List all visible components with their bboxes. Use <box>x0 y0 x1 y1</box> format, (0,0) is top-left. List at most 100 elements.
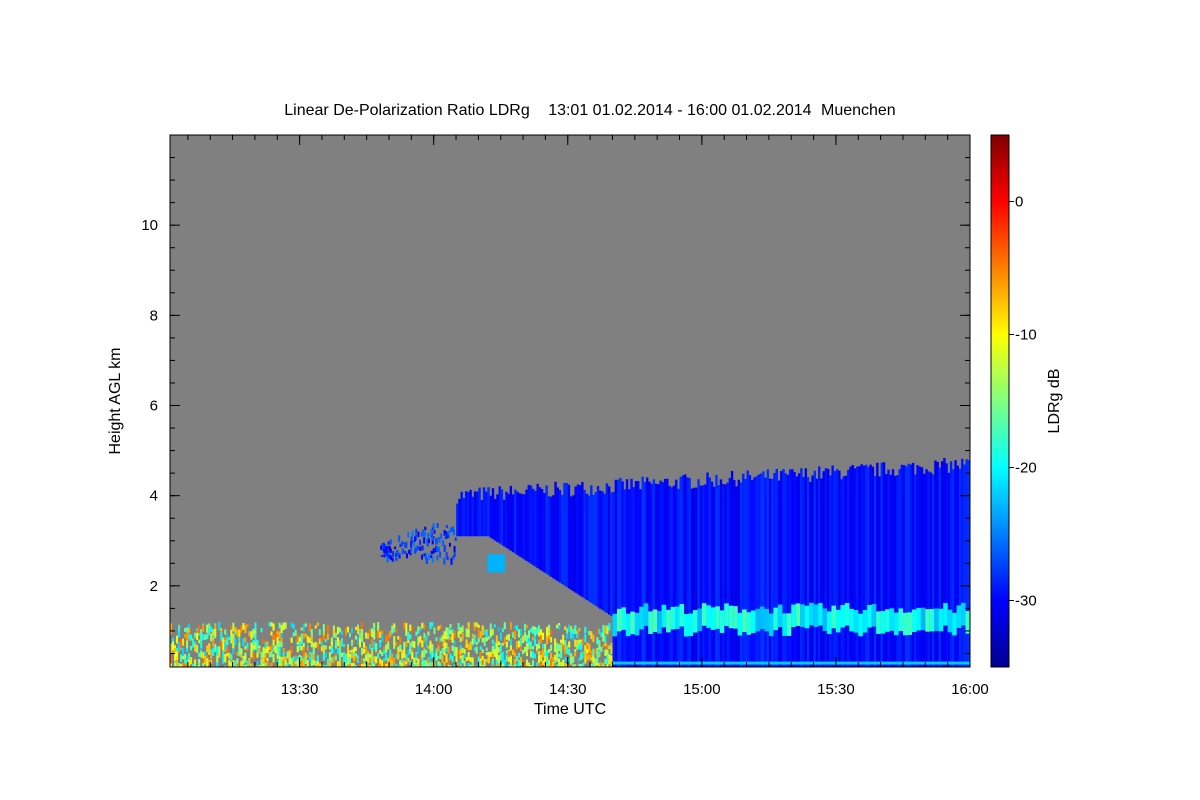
aerosol-mark <box>200 629 203 637</box>
cloud-column <box>940 461 944 667</box>
cloud-column <box>730 471 734 667</box>
aerosol-mark <box>357 655 360 660</box>
streak-mark <box>452 557 455 560</box>
aerosol-mark <box>453 630 456 639</box>
streak-mark <box>398 554 401 559</box>
aerosol-mark <box>369 644 372 650</box>
aerosol-mark <box>192 638 195 647</box>
aerosol-mark <box>530 627 532 633</box>
bright-band-segment <box>648 611 653 634</box>
cloud-column <box>777 480 781 667</box>
bright-band-segment <box>876 611 881 634</box>
aerosol-mark <box>200 666 203 667</box>
aerosol-mark <box>226 638 229 646</box>
aerosol-mark <box>206 658 209 663</box>
cloud-column <box>706 472 709 667</box>
cloud-column <box>666 478 669 667</box>
streak-mark <box>451 526 454 532</box>
aerosol-mark <box>174 645 177 649</box>
aerosol-mark <box>282 648 285 653</box>
bright-band-segment <box>634 612 640 636</box>
aerosol-mark <box>338 640 341 649</box>
aerosol-mark <box>415 631 418 636</box>
aerosol-mark <box>475 664 478 667</box>
aerosol-mark <box>417 644 420 654</box>
aerosol-mark <box>499 642 502 649</box>
bright-band-segment <box>822 608 828 631</box>
aerosol-mark <box>560 644 563 653</box>
cloud-column <box>902 465 906 667</box>
streak-mark <box>447 530 450 537</box>
bright-band-segment <box>697 608 702 632</box>
cloud-column <box>699 485 703 667</box>
aerosol-mark <box>268 666 271 667</box>
aerosol-mark <box>544 656 547 661</box>
cloud-column <box>456 503 459 537</box>
aerosol-mark <box>600 661 603 666</box>
cloud-column <box>467 492 470 537</box>
cloud-column <box>630 478 633 667</box>
cloud-column <box>670 487 673 667</box>
aerosol-mark <box>507 634 510 641</box>
bright-band-segment <box>867 605 872 628</box>
streak-mark <box>421 545 424 551</box>
streak-mark <box>415 528 418 533</box>
aerosol-mark <box>403 641 406 650</box>
cloud-column <box>496 494 499 543</box>
aerosol-mark <box>296 646 299 653</box>
aerosol-mark <box>182 662 185 667</box>
aerosol-mark <box>369 629 372 637</box>
aerosol-mark <box>584 633 587 643</box>
aerosol-mark <box>230 635 233 644</box>
aerosol-mark <box>479 652 482 659</box>
aerosol-mark <box>469 664 472 667</box>
aerosol-mark <box>574 649 577 653</box>
bright-band-segment <box>768 613 774 637</box>
streak-mark <box>487 554 506 573</box>
aerosol-mark <box>296 634 299 643</box>
aerosol-mark <box>184 628 187 632</box>
aerosol-mark <box>389 657 392 667</box>
streak-mark <box>399 543 402 548</box>
aerosol-mark <box>429 653 432 662</box>
aerosol-mark <box>435 637 438 642</box>
cloud-column <box>547 496 551 576</box>
aerosol-mark <box>385 653 388 661</box>
bright-band-segment <box>804 605 810 629</box>
cloud-column <box>726 482 729 667</box>
cloud-column <box>697 479 700 667</box>
cloud-column <box>818 466 821 667</box>
cloud-column <box>505 491 508 548</box>
x-tick-label: 15:30 <box>817 681 855 698</box>
streak-mark <box>437 546 440 553</box>
aerosol-mark <box>425 640 428 648</box>
cloud-column <box>619 477 622 667</box>
aerosol-mark <box>250 665 253 667</box>
aerosol-mark <box>216 666 219 667</box>
aerosol-mark <box>485 637 488 642</box>
bright-band-segment <box>688 613 694 637</box>
aerosol-mark <box>210 626 213 632</box>
aerosol-mark <box>292 656 295 661</box>
bright-band-segment <box>965 611 970 634</box>
cloud-column <box>695 487 698 667</box>
cloud-column <box>645 477 649 667</box>
cloud-column <box>576 484 580 595</box>
aerosol-mark <box>355 626 358 631</box>
cloud-column <box>938 467 942 667</box>
bright-band-segment <box>791 604 796 628</box>
aerosol-mark <box>515 666 518 667</box>
aerosol-mark <box>495 659 498 667</box>
aerosol-mark <box>208 627 211 636</box>
aerosol-mark <box>511 650 514 655</box>
bright-band-segment <box>666 609 671 633</box>
cloud-column <box>797 473 801 667</box>
aerosol-mark <box>427 645 430 649</box>
aerosol-mark <box>483 658 486 667</box>
aerosol-mark <box>270 631 273 636</box>
cloud-column <box>494 498 497 541</box>
aerosol-mark <box>240 654 243 658</box>
aerosol-mark <box>493 664 496 667</box>
aerosol-mark <box>517 666 520 667</box>
aerosol-mark <box>190 634 193 641</box>
